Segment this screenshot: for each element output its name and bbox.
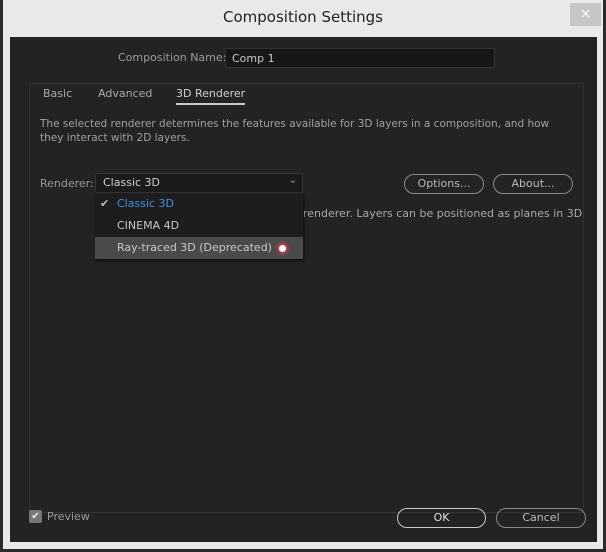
menu-item-ray-traced-3d[interactable]: Ray-traced 3D (Deprecated) [95,237,303,259]
preview-label: Preview [47,510,90,523]
settings-panel [29,83,584,513]
preview-checkbox[interactable]: ✔ [29,510,42,523]
renderer-dropdown-menu: ✔ Classic 3D CINEMA 4D Ray-traced 3D (De… [95,193,303,259]
renderer-select[interactable]: Classic 3D ⌄ [95,173,303,193]
menu-item-classic-3d[interactable]: ✔ Classic 3D [95,193,303,215]
menu-item-label: CINEMA 4D [117,219,180,232]
dialog-window: Composition Settings × Composition Name:… [3,0,603,549]
checkmark-icon: ✔ [100,197,110,210]
renderer-select-value: Classic 3D [103,176,161,189]
tab-basic[interactable]: Basic [43,87,72,100]
renderer-label: Renderer: [40,177,94,190]
close-button[interactable]: × [570,3,601,26]
composition-name-input[interactable] [225,48,495,68]
menu-item-label: Classic 3D [117,197,175,210]
tab-advanced[interactable]: Advanced [98,87,152,100]
options-button[interactable]: Options... [404,174,484,194]
cursor-indicator-icon [278,244,286,252]
ok-button[interactable]: OK [397,508,486,528]
menu-item-cinema-4d[interactable]: CINEMA 4D [95,215,303,237]
about-button[interactable]: About... [493,174,573,194]
renderer-description: The selected renderer determines the fea… [40,118,550,144]
renderer-info-text: renderer. Layers can be positioned as pl… [303,207,583,220]
composition-name-label: Composition Name: [118,51,227,64]
menu-item-label: Ray-traced 3D (Deprecated) [117,241,272,254]
dialog-body: Composition Name: Basic Advanced 3D Rend… [10,37,597,542]
tab-3d-renderer[interactable]: 3D Renderer [176,87,246,105]
chevron-down-icon: ⌄ [288,175,297,186]
dialog-title: Composition Settings [223,8,383,26]
cancel-button[interactable]: Cancel [496,508,586,528]
